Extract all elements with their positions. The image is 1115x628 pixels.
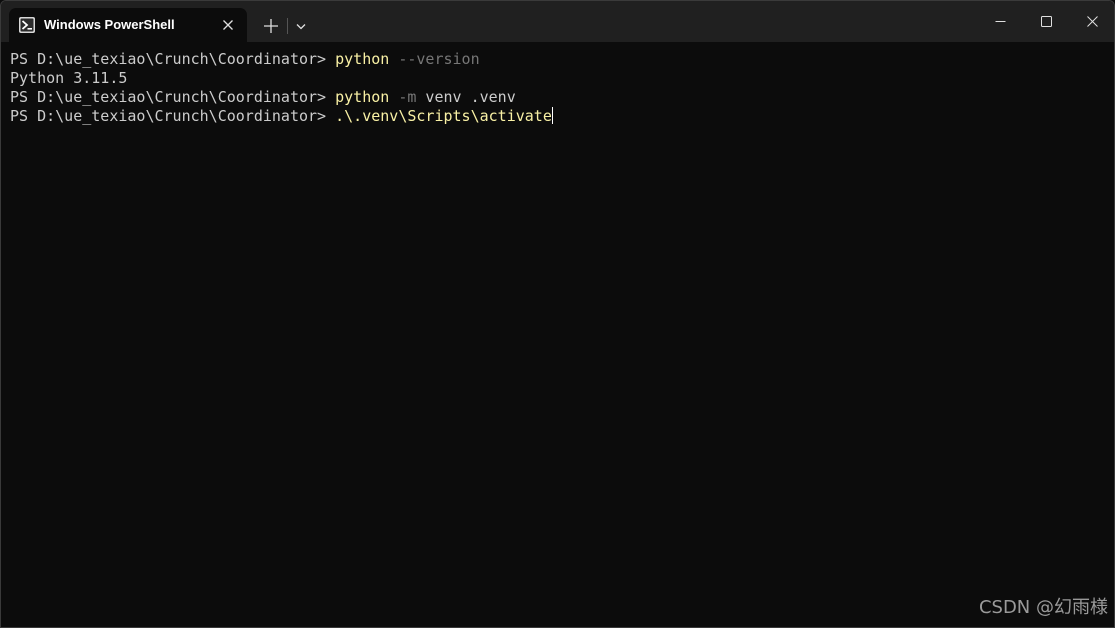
terminal-output[interactable]: PS D:\ue_texiao\Crunch\Coordinator> pyth… [10,50,1105,610]
prompt: PS D:\ue_texiao\Crunch\Coordinator> [10,107,336,125]
tab-dropdown-button[interactable] [291,14,311,38]
title-bar: Windows PowerShell [1,1,1114,42]
plus-icon [264,19,278,33]
tab-title: Windows PowerShell [44,17,175,32]
prompt: PS D:\ue_texiao\Crunch\Coordinator> [10,50,336,68]
tab-windows-powershell[interactable]: Windows PowerShell [9,8,247,42]
output-text: Python 3.11.5 [10,69,128,87]
terminal-window: Windows PowerShell PS D:\ue_texiao\Crunc… [0,0,1115,628]
argument: venv .venv [416,88,516,106]
chevron-down-icon [296,24,306,30]
terminal-line: PS D:\ue_texiao\Crunch\Coordinator> .\.v… [10,107,1105,126]
minimize-button[interactable] [977,1,1023,42]
command: .\.venv\Scripts\activate [335,107,552,125]
powershell-icon [19,17,35,33]
maximize-button[interactable] [1023,1,1069,42]
watermark: CSDN @幻雨様 [978,597,1108,618]
tab-divider [287,18,288,34]
terminal-line: PS D:\ue_texiao\Crunch\Coordinator> pyth… [10,50,1105,69]
new-tab-button[interactable] [259,14,283,38]
command: python [335,88,390,106]
text-cursor [551,107,553,124]
terminal-line: Python 3.11.5 [10,69,1105,88]
close-window-button[interactable] [1069,1,1114,42]
command: python [335,50,390,68]
prompt: PS D:\ue_texiao\Crunch\Coordinator> [10,88,336,106]
parameter: -m [389,88,417,106]
close-icon [1087,16,1098,27]
maximize-icon [1041,16,1052,27]
parameter: --version [389,50,480,68]
minimize-icon [995,21,1006,22]
terminal-line: PS D:\ue_texiao\Crunch\Coordinator> pyth… [10,88,1105,107]
close-tab-icon[interactable] [220,17,236,33]
